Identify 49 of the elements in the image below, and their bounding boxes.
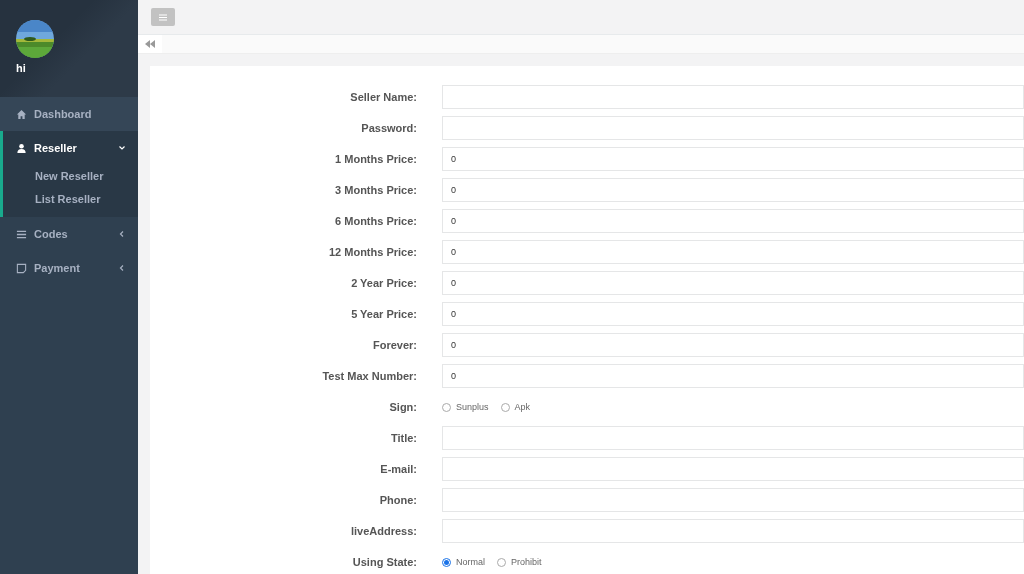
field-label: Phone: — [378, 494, 418, 506]
user-name: hi — [16, 62, 26, 74]
field-label: Using State: — [351, 556, 418, 568]
field-label: Forever: — [371, 339, 418, 351]
input-field[interactable] — [442, 116, 1024, 140]
input-field[interactable]: 0 — [442, 147, 1024, 171]
input-field[interactable] — [442, 488, 1024, 512]
field-label: 2 Year Price: — [350, 277, 418, 289]
submenu-item[interactable]: New Reseller — [3, 165, 138, 188]
field-label: Seller Name: — [349, 91, 418, 103]
field-label: liveAddress: — [349, 525, 418, 537]
input-field[interactable] — [442, 426, 1024, 450]
home-icon — [16, 108, 27, 120]
sidebar-item[interactable]: Reseller — [3, 131, 138, 165]
input-field[interactable] — [442, 457, 1024, 481]
input-field[interactable]: 0 — [442, 209, 1024, 233]
input-field[interactable]: 0 — [442, 271, 1024, 295]
scroll-left-button[interactable] — [138, 35, 162, 53]
field-label: 12 Months Price: — [327, 246, 418, 258]
input-field[interactable]: 0 — [442, 240, 1024, 264]
sidebar-item[interactable]: Codes — [0, 217, 138, 251]
input-field[interactable]: 0 — [442, 333, 1024, 357]
field-label: 1 Months Price: — [334, 153, 418, 165]
radio-option[interactable]: Apk — [500, 402, 531, 412]
sidebar-item[interactable]: Dashboard — [0, 97, 138, 131]
input-field[interactable] — [442, 85, 1024, 109]
menu-icon — [159, 13, 167, 21]
input-field[interactable]: 0 — [442, 364, 1024, 388]
input-field[interactable]: 0 — [442, 178, 1024, 202]
field-label: 5 Year Price: — [350, 308, 418, 320]
field-label: Test Max Number: — [321, 370, 418, 382]
sidebar-item[interactable]: Payment — [0, 251, 138, 285]
radio-option[interactable]: Prohibit — [497, 557, 542, 567]
field-label: Sign: — [388, 401, 418, 413]
user-icon — [16, 142, 27, 154]
submenu-item[interactable]: List Reseller — [3, 188, 138, 211]
field-label: 3 Months Price: — [334, 184, 418, 196]
input-field[interactable]: 0 — [442, 302, 1024, 326]
field-label: E-mail: — [379, 463, 418, 475]
menu-icon — [16, 228, 27, 240]
menu-button[interactable] — [151, 8, 175, 26]
field-label: Password: — [360, 122, 418, 134]
double-arrow-left-icon — [145, 40, 155, 48]
radio-option[interactable]: Normal — [442, 557, 485, 567]
field-label: Title: — [389, 432, 418, 444]
field-label: 6 Months Price: — [334, 215, 418, 227]
input-field[interactable] — [442, 519, 1024, 543]
note-icon — [16, 262, 27, 274]
radio-option[interactable]: Sunplus — [442, 402, 489, 412]
